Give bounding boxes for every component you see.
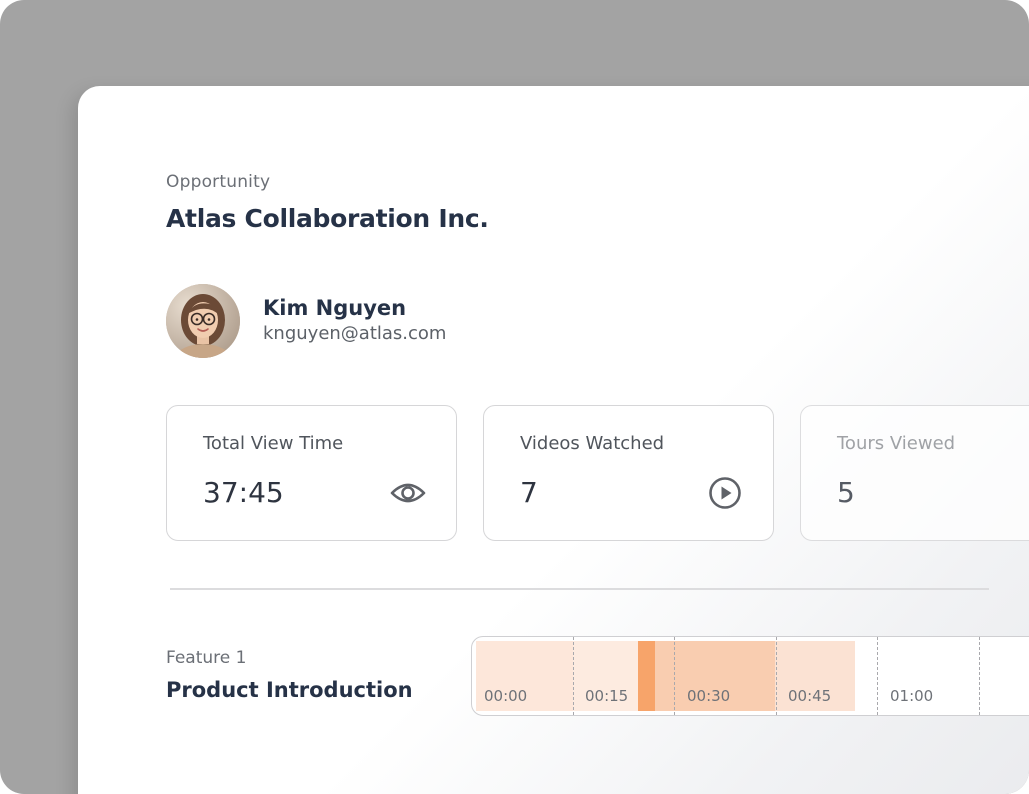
timeline-tick	[776, 637, 777, 715]
avatar	[166, 284, 240, 358]
stat-value: 5	[837, 476, 855, 509]
timeline-tick-label: 01:00	[890, 687, 934, 705]
backdrop-frame: Opportunity Atlas Collaboration Inc. Kim…	[0, 0, 1029, 794]
timeline-playhead[interactable]	[638, 641, 655, 711]
stat-value: 7	[520, 476, 538, 509]
timeline-tick-label: 00:00	[484, 687, 528, 705]
play-circle-icon	[707, 477, 743, 509]
timeline-tick	[573, 637, 574, 715]
timeline-tick	[877, 637, 878, 715]
contact-email[interactable]: knguyen@atlas.com	[263, 323, 446, 344]
timeline-tick-label: 00:45	[788, 687, 832, 705]
eye-icon	[390, 477, 426, 509]
stat-label: Tours Viewed	[837, 433, 956, 454]
stat-card-total-view-time[interactable]: Total View Time 37:45	[166, 405, 457, 541]
opportunity-title: Atlas Collaboration Inc.	[166, 204, 489, 233]
stat-card-tours-viewed[interactable]: Tours Viewed 5	[800, 405, 1029, 541]
section-divider	[170, 588, 989, 590]
opportunity-card: Opportunity Atlas Collaboration Inc. Kim…	[78, 86, 1029, 794]
timeline-tick-label: 00:15	[585, 687, 629, 705]
opportunity-eyebrow: Opportunity	[166, 172, 271, 192]
video-timeline[interactable]: 00:00 00:15 00:30 00:45 01:00	[471, 636, 1029, 716]
user-photo-icon	[166, 284, 240, 358]
timeline-tick-label: 00:30	[687, 687, 731, 705]
feature-eyebrow: Feature 1	[166, 648, 247, 668]
stat-value: 37:45	[203, 476, 284, 509]
stat-label: Videos Watched	[520, 433, 665, 454]
contact-name: Kim Nguyen	[263, 296, 407, 320]
timeline-tick	[674, 637, 675, 715]
stat-card-videos-watched[interactable]: Videos Watched 7	[483, 405, 774, 541]
timeline-tick	[979, 637, 980, 715]
stat-label: Total View Time	[203, 433, 344, 454]
feature-title: Product Introduction	[166, 678, 413, 702]
